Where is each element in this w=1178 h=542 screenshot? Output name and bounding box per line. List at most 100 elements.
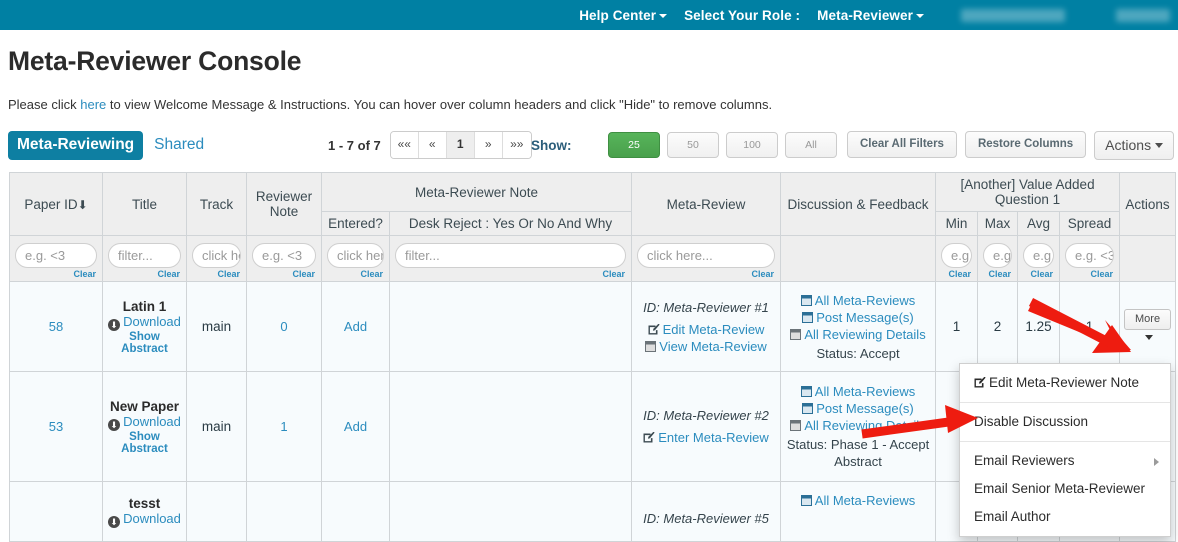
filter-input-avg[interactable]: e.g. <3 bbox=[1023, 242, 1055, 268]
show-abstract-link[interactable]: Show Abstract bbox=[107, 331, 182, 355]
reviewer-note-link[interactable]: 1 bbox=[280, 419, 287, 434]
col-title[interactable]: Title bbox=[102, 172, 187, 236]
clear-filter-paper-id[interactable]: Clear bbox=[15, 269, 97, 279]
clear-filter-reviewer-note[interactable]: Clear bbox=[252, 269, 316, 279]
all-reviewing-details-link[interactable]: All Reviewing Details bbox=[804, 418, 925, 433]
all-meta-reviews-link[interactable]: All Meta-Reviews bbox=[815, 384, 915, 399]
view-meta-review-link[interactable]: View Meta-Review bbox=[659, 339, 766, 354]
filter-input-meta-review[interactable]: click here... bbox=[637, 242, 776, 268]
col-meta-review[interactable]: Meta-Review bbox=[631, 172, 782, 236]
edit-icon bbox=[648, 322, 660, 334]
download-link[interactable]: Download bbox=[123, 511, 181, 526]
clear-filter-spread[interactable]: Clear bbox=[1065, 269, 1114, 279]
actions-button[interactable]: Actions bbox=[1094, 130, 1175, 160]
add-note-link[interactable]: Add bbox=[344, 319, 367, 334]
all-meta-reviews-link[interactable]: All Meta-Reviews bbox=[815, 293, 915, 308]
filter-input-reviewer-note[interactable]: e.g. <3 bbox=[252, 242, 316, 268]
paper-id-link[interactable]: 53 bbox=[49, 419, 63, 434]
clear-filter-entered[interactable]: Clear bbox=[327, 269, 384, 279]
clear-filter-title[interactable]: Clear bbox=[108, 269, 181, 279]
post-messages-row[interactable]: Post Message(s) bbox=[785, 309, 931, 326]
filter-input-spread[interactable]: e.g. <3 bbox=[1065, 242, 1115, 268]
download-row[interactable]: ⬇ Download bbox=[107, 314, 182, 331]
edit-meta-review-link[interactable]: Edit Meta-Review bbox=[663, 322, 765, 337]
all-meta-reviews-row[interactable]: All Meta-Reviews bbox=[785, 292, 931, 309]
cell-meta-review: ID: Meta-Reviewer #1 Edit Meta-Review Vi… bbox=[631, 281, 782, 372]
download-row[interactable]: ⬇ Download bbox=[107, 414, 182, 431]
pager-next[interactable]: » bbox=[474, 132, 503, 158]
add-note-link[interactable]: Add bbox=[344, 419, 367, 434]
col-discussion-feedback[interactable]: Discussion & Feedback bbox=[780, 172, 937, 236]
col-paper-id[interactable]: Paper ID⬇ bbox=[9, 172, 103, 236]
filter-input-track[interactable]: click here... bbox=[192, 242, 241, 268]
post-messages-link[interactable]: Post Message(s) bbox=[816, 401, 914, 416]
clear-filter-meta-review[interactable]: Clear bbox=[637, 269, 775, 279]
col-min[interactable]: Min bbox=[935, 211, 979, 236]
all-reviewing-details-row[interactable]: All Reviewing Details bbox=[785, 326, 931, 343]
reviewer-note-link[interactable]: 0 bbox=[280, 319, 287, 334]
download-link[interactable]: Download bbox=[123, 314, 181, 329]
filter-input-min[interactable]: e.g. <3 bbox=[941, 242, 973, 268]
page-size-50[interactable]: 50 bbox=[667, 132, 719, 158]
col-spread[interactable]: Spread bbox=[1059, 211, 1121, 236]
all-reviewing-details-link[interactable]: All Reviewing Details bbox=[804, 327, 925, 342]
all-meta-reviews-row[interactable]: All Meta-Reviews bbox=[785, 492, 931, 509]
clear-filter-avg[interactable]: Clear bbox=[1023, 269, 1054, 279]
tab-shared[interactable]: Shared bbox=[154, 136, 204, 154]
filter-input-max[interactable]: e.g. <3 bbox=[983, 242, 1013, 268]
tab-meta-reviewing[interactable]: Meta-Reviewing bbox=[8, 130, 144, 160]
page-size-all[interactable]: All bbox=[785, 132, 837, 158]
menu-item-disable-discussion[interactable]: Disable Discussion bbox=[960, 408, 1170, 436]
filter-input-title[interactable]: filter... bbox=[108, 242, 181, 268]
post-messages-link[interactable]: Post Message(s) bbox=[816, 310, 914, 325]
restore-columns-button[interactable]: Restore Columns bbox=[964, 130, 1087, 158]
all-meta-reviews-link[interactable]: All Meta-Reviews bbox=[815, 493, 915, 508]
filter-input-desk-reject[interactable]: filter... bbox=[395, 242, 627, 268]
clear-filter-max[interactable]: Clear bbox=[983, 269, 1012, 279]
all-meta-reviews-row[interactable]: All Meta-Reviews bbox=[785, 383, 931, 400]
filter-input-entered[interactable]: click here... bbox=[327, 242, 384, 268]
cell-track: main bbox=[186, 371, 247, 482]
list-icon bbox=[802, 311, 814, 323]
all-reviewing-details-row[interactable]: All Reviewing Details bbox=[785, 417, 931, 434]
post-messages-row[interactable]: Post Message(s) bbox=[785, 400, 931, 417]
more-button[interactable]: More bbox=[1124, 309, 1172, 340]
edit-meta-review-row[interactable]: Edit Meta-Review bbox=[636, 321, 776, 338]
col-track[interactable]: Track bbox=[186, 172, 247, 236]
menu-item-email-author[interactable]: Email Author bbox=[960, 503, 1170, 531]
pager-prev[interactable]: « bbox=[418, 132, 447, 158]
col-desk-reject[interactable]: Desk Reject : Yes Or No And Why bbox=[388, 211, 633, 236]
view-meta-review-row[interactable]: View Meta-Review bbox=[636, 338, 776, 355]
pager-last[interactable]: »» bbox=[502, 132, 531, 158]
page-size-25[interactable]: 25 bbox=[608, 132, 660, 158]
download-row[interactable]: ⬇ Download bbox=[107, 511, 182, 528]
colgroup-meta-reviewer-note[interactable]: Meta-Reviewer Note bbox=[320, 172, 633, 212]
menu-item-email-reviewers[interactable]: Email Reviewers bbox=[960, 447, 1170, 475]
filter-cell-meta-review: click here... Clear bbox=[631, 235, 782, 282]
menu-item-edit-meta-reviewer-note[interactable]: Edit Meta-Reviewer Note bbox=[960, 369, 1170, 397]
pager-first[interactable]: «« bbox=[390, 132, 419, 158]
redacted-logout bbox=[1116, 8, 1170, 22]
welcome-message-link[interactable]: here bbox=[80, 97, 106, 112]
filter-input-paper-id[interactable]: e.g. <3 bbox=[15, 242, 97, 268]
col-max[interactable]: Max bbox=[977, 211, 1019, 236]
menu-item-email-senior-meta-reviewer[interactable]: Email Senior Meta-Reviewer bbox=[960, 475, 1170, 503]
col-reviewer-note[interactable]: Reviewer Note bbox=[246, 172, 322, 236]
page-size-100[interactable]: 100 bbox=[726, 132, 778, 158]
enter-meta-review-link[interactable]: Enter Meta-Review bbox=[658, 430, 769, 445]
download-link[interactable]: Download bbox=[123, 414, 181, 429]
clear-filter-track[interactable]: Clear bbox=[192, 269, 241, 279]
paper-id-link[interactable]: 58 bbox=[49, 319, 63, 334]
show-abstract-link[interactable]: Show Abstract bbox=[107, 431, 182, 455]
clear-filter-min[interactable]: Clear bbox=[941, 269, 972, 279]
col-avg[interactable]: Avg bbox=[1017, 211, 1061, 236]
nav-help-center[interactable]: Help Center bbox=[579, 8, 668, 23]
table-head: Paper ID⬇ Title Track Reviewer Note Meta… bbox=[9, 172, 1177, 282]
pager-page-1[interactable]: 1 bbox=[446, 132, 475, 158]
colgroup-value-added-question-1[interactable]: [Another] Value Added Question 1 bbox=[935, 172, 1121, 212]
clear-filter-desk-reject[interactable]: Clear bbox=[395, 269, 626, 279]
enter-meta-review-row[interactable]: Enter Meta-Review bbox=[636, 429, 776, 446]
clear-all-filters-button[interactable]: Clear All Filters bbox=[847, 130, 957, 158]
col-entered[interactable]: Entered? bbox=[321, 211, 390, 236]
nav-role-dropdown[interactable]: Meta-Reviewer bbox=[817, 8, 924, 23]
